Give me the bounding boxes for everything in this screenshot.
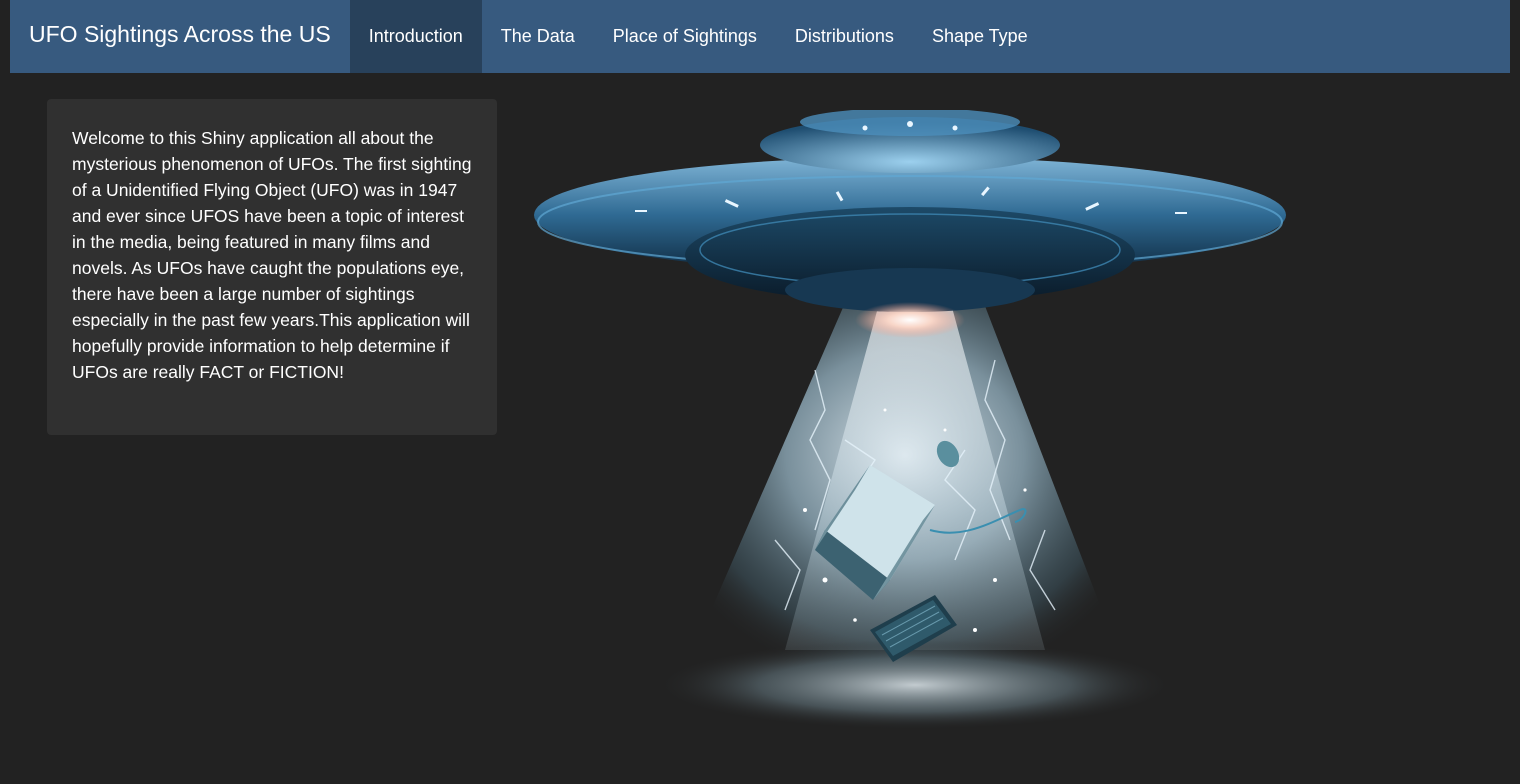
app-title[interactable]: UFO Sightings Across the US (10, 0, 350, 68)
tab-place-of-sightings[interactable]: Place of Sightings (594, 0, 776, 73)
ufo-illustration (534, 110, 1286, 730)
ground-glow (655, 640, 1175, 730)
intro-panel: Welcome to this Shiny application all ab… (47, 99, 497, 435)
intro-text: Welcome to this Shiny application all ab… (72, 128, 472, 382)
tab-distributions[interactable]: Distributions (776, 0, 913, 73)
tab-shape-type[interactable]: Shape Type (913, 0, 1047, 73)
ufo-saucer (534, 110, 1286, 338)
tab-the-data[interactable]: The Data (482, 0, 594, 73)
tab-introduction[interactable]: Introduction (349, 0, 482, 73)
nav-tabs: Introduction The Data Place of Sightings… (349, 0, 1047, 73)
navbar: UFO Sightings Across the US Introduction… (10, 0, 1510, 73)
